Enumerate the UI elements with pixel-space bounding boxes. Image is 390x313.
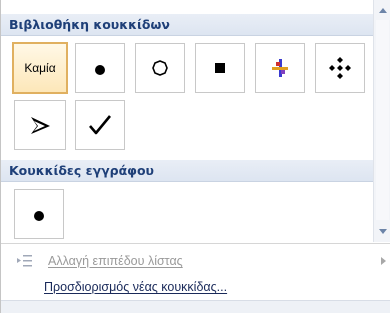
bullet-none-option[interactable]: Καμία — [12, 42, 68, 94]
define-new-bullet-label: Προσδιορισμός νέας κουκκίδας... — [44, 280, 228, 294]
change-list-level-menu-item[interactable]: Αλλαγή επιπέδου λίστας — [1, 248, 390, 274]
gallery-scrollbar[interactable] — [373, 0, 390, 242]
menu-resize-grip[interactable] — [1, 300, 390, 313]
filled-circle-bullet-icon — [95, 65, 105, 75]
list-level-icon — [17, 255, 32, 267]
scroll-down-icon[interactable] — [379, 229, 387, 234]
filled-circle-bullet-icon — [34, 211, 44, 221]
bullets-dropdown-menu: Βιβλιοθήκη κουκκίδων Καμία Κουκκίδες εγγ… — [0, 0, 390, 313]
bullet-filled-circle-option[interactable] — [75, 43, 125, 93]
diamond-cluster-bullet-icon — [329, 57, 351, 79]
bullet-arrowhead-option[interactable] — [14, 100, 66, 150]
bullet-none-label: Καμία — [24, 61, 56, 75]
bullet-hollow-circle-option[interactable] — [135, 43, 185, 93]
change-list-level-label: Αλλαγή επιπέδου λίστας — [48, 254, 183, 268]
bullet-cross-star-option[interactable] — [255, 43, 305, 93]
document-bullet-filled-circle-option[interactable] — [14, 189, 64, 239]
checkmark-bullet-icon — [89, 115, 112, 135]
define-new-bullet-menu-item[interactable]: Προσδιορισμός νέας κουκκίδας... — [1, 274, 390, 300]
hollow-circle-bullet-icon — [152, 60, 168, 76]
scroll-track[interactable] — [376, 20, 389, 220]
cross-star-bullet-icon — [272, 59, 288, 77]
bullet-library-header: Βιβλιοθήκη κουκκίδων — [1, 14, 373, 36]
filled-square-bullet-icon — [215, 63, 225, 73]
document-bullets-header: Κουκκίδες εγγράφου — [1, 160, 373, 182]
submenu-arrow-icon — [381, 257, 386, 265]
arrowhead-bullet-icon — [31, 117, 50, 134]
scroll-up-icon[interactable] — [379, 8, 387, 13]
bullet-gallery: Βιβλιοθήκη κουκκίδων Καμία Κουκκίδες εγγ… — [1, 0, 373, 242]
menu-divider — [1, 243, 390, 244]
bullet-checkmark-option[interactable] — [75, 100, 125, 150]
bullet-filled-square-option[interactable] — [195, 43, 245, 93]
bullet-diamond-cluster-option[interactable] — [315, 43, 365, 93]
